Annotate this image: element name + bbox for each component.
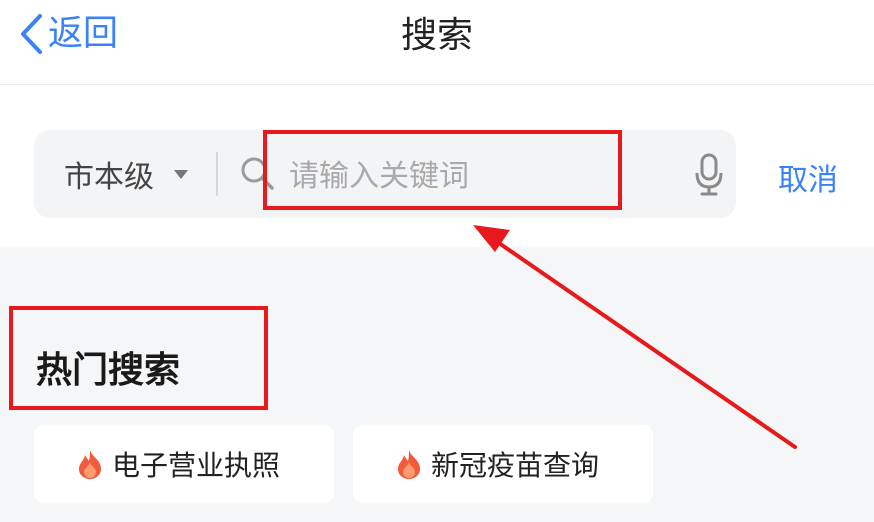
hot-search-item[interactable]: 电子营业执照 xyxy=(34,425,334,503)
nav-bar: 返回 搜索 xyxy=(0,0,874,85)
hot-search-label: 新冠疫苗查询 xyxy=(431,449,600,482)
divider xyxy=(216,152,218,196)
scope-dropdown[interactable]: 市本级 xyxy=(64,130,188,218)
scope-label: 市本级 xyxy=(64,160,154,195)
cancel-button[interactable]: 取消 xyxy=(778,155,838,199)
annotation-box-search-input xyxy=(263,130,622,210)
annotation-box-hot-search xyxy=(9,306,268,410)
hot-search-label: 电子营业执照 xyxy=(112,449,281,482)
flame-icon xyxy=(76,448,104,480)
page-title: 搜索 xyxy=(400,15,473,56)
caret-down-icon xyxy=(174,169,188,179)
microphone-icon[interactable] xyxy=(694,152,724,202)
flame-icon xyxy=(395,448,423,480)
hot-search-item[interactable]: 新冠疫苗查询 xyxy=(353,425,653,503)
